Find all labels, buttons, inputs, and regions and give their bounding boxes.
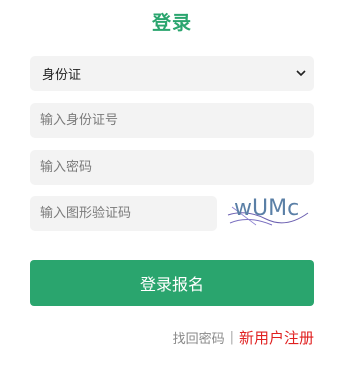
id-number-input[interactable] [30, 103, 314, 138]
captcha-image[interactable]: wUMc [226, 195, 310, 231]
link-separator: | [229, 330, 234, 345]
id-type-select[interactable]: 身份证 [30, 56, 314, 91]
login-register-button[interactable]: 登录报名 [30, 260, 314, 306]
forgot-password-link[interactable]: 找回密码 [173, 328, 225, 347]
footer-links: 找回密码 | 新用户注册 [173, 327, 314, 348]
password-input[interactable] [30, 150, 314, 185]
login-panel: 登录 身份证 wUMc 登录报名 找回密码 | 新用户注册 [0, 0, 358, 376]
id-type-selected-value: 身份证 [42, 68, 82, 83]
id-number-field-container [30, 103, 314, 138]
page-title: 登录 [151, 12, 192, 34]
captcha-field-container [30, 196, 217, 231]
captcha-text: wUMc [234, 196, 300, 221]
captcha-input[interactable] [30, 196, 217, 231]
register-link[interactable]: 新用户注册 [239, 327, 314, 348]
password-field-container [30, 150, 314, 185]
chevron-down-icon [296, 69, 306, 79]
